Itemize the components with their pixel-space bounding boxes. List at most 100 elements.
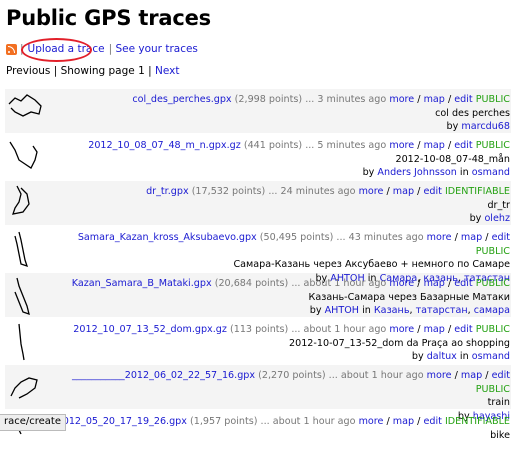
trace-edit-link[interactable]: edit xyxy=(492,370,510,381)
trace-more-link[interactable]: more xyxy=(427,232,452,243)
trace-meta: (2,270 points) ... about 1 hour ago xyxy=(258,370,424,381)
trace-thumbnail-icon[interactable] xyxy=(5,319,45,363)
trace-point-count: (2,270 points) xyxy=(258,370,326,381)
see-your-traces-link[interactable]: See your traces xyxy=(115,43,197,55)
next-page-link[interactable]: Next xyxy=(155,65,179,77)
trace-row: Samara_Kazan_kross_Aksubaevo.gpx (50,495… xyxy=(5,227,511,284)
trace-tag-link[interactable]: Казань xyxy=(374,305,410,316)
trace-visibility-badge: PUBLIC xyxy=(475,245,510,257)
trace-user-link[interactable]: olehz xyxy=(484,213,510,224)
trace-meta: (1,957 points) ... about 1 hour ago xyxy=(190,416,356,427)
trace-map-link[interactable]: map xyxy=(424,278,445,289)
trace-meta: (50,495 points) ... 43 minutes ago xyxy=(259,232,424,243)
trace-file-link[interactable]: 2012_10_08_07_48_m_n.gpx.gz xyxy=(88,140,241,151)
trace-timestamp: 3 minutes ago xyxy=(317,94,387,105)
trace-map-link[interactable]: map xyxy=(461,232,482,243)
trace-edit-link[interactable]: edit xyxy=(423,186,441,197)
trace-more-link[interactable]: more xyxy=(427,370,452,381)
trace-description: Самара-Казань через Аксубаево + немного … xyxy=(233,259,510,270)
trace-map-link[interactable]: map xyxy=(424,140,445,151)
link-slash: / xyxy=(485,370,489,381)
trace-timestamp: about 1 hour ago xyxy=(340,370,424,381)
trace-map-link[interactable]: map xyxy=(424,94,445,105)
trace-tag-link[interactable]: osmand xyxy=(472,167,510,178)
trace-user-link[interactable]: daltux xyxy=(427,351,457,362)
trace-tag-link[interactable]: osmand xyxy=(472,351,510,362)
trace-thumbnail-icon[interactable] xyxy=(5,135,45,179)
trace-thumbnail-icon[interactable] xyxy=(5,181,45,225)
trace-point-count: (50,495 points) xyxy=(259,232,334,243)
trace-description: 2012-10-07_13-52_dom da Praça ao shoppin… xyxy=(288,337,510,349)
trace-edit-link[interactable]: edit xyxy=(454,140,472,151)
trace-map-link[interactable]: map xyxy=(424,324,445,335)
trace-description: 2012-10-08_07-48_mån xyxy=(395,153,510,165)
trace-user-link[interactable]: АНТОН xyxy=(325,305,359,316)
link-slash: / xyxy=(386,186,390,197)
trace-more-link[interactable]: more xyxy=(389,140,414,151)
trace-edit-link[interactable]: edit xyxy=(454,324,472,335)
in-label: in xyxy=(459,351,469,362)
trace-description: train xyxy=(487,397,510,408)
link-slash: / xyxy=(417,94,421,105)
trace-timestamp: about 1 hour ago xyxy=(303,324,387,335)
trace-edit-link[interactable]: edit xyxy=(492,232,510,243)
trace-tag-link[interactable]: самара xyxy=(474,305,510,316)
link-slash: / xyxy=(417,416,421,427)
link-slash: / xyxy=(447,140,452,151)
trace-map-link[interactable]: map xyxy=(393,416,414,427)
trace-edit-link[interactable]: edit xyxy=(423,416,441,427)
trace-file-link[interactable]: 2012_05_20_17_19_26.gpx xyxy=(57,416,187,427)
trace-point-count: (1,957 points) xyxy=(190,416,258,427)
trace-more-link[interactable]: more xyxy=(389,278,414,289)
trace-file-link[interactable]: col_des_perches.gpx xyxy=(132,94,231,105)
trace-thumbnail-icon[interactable] xyxy=(5,273,45,317)
trace-point-count: (17,532 points) xyxy=(191,186,266,197)
trace-meta: (113 points) ... about 1 hour ago xyxy=(229,324,387,335)
rss-feed-icon[interactable] xyxy=(6,43,17,55)
trace-meta: (20,684 points) ... about 1 hour ago xyxy=(214,278,387,289)
trace-visibility-badge: IDENTIFIABLE xyxy=(444,186,510,197)
trace-row: dr_tr.gpx (17,532 points) ... 24 minutes… xyxy=(5,181,511,225)
trace-visibility-badge: PUBLIC xyxy=(475,140,510,151)
trace-point-count: (113 points) xyxy=(229,324,289,335)
link-slash: / xyxy=(485,232,489,243)
link-slash: / xyxy=(417,278,421,289)
trace-timestamp: about 1 hour ago xyxy=(303,278,387,289)
by-label: by xyxy=(309,305,322,316)
status-url-tooltip: race/create xyxy=(0,414,67,431)
trace-timestamp: about 1 hour ago xyxy=(272,416,356,427)
trace-description: Казань-Самара через Базарные Матаки xyxy=(308,291,510,303)
trace-thumbnail-icon[interactable] xyxy=(5,89,45,133)
link-slash: / xyxy=(454,232,458,243)
pager-separator: | xyxy=(148,65,152,77)
trace-meta: (17,532 points) ... 24 minutes ago xyxy=(191,186,356,197)
trace-visibility-badge: PUBLIC xyxy=(475,94,510,105)
trace-file-link[interactable]: Samara_Kazan_kross_Aksubaevo.gpx xyxy=(78,232,257,243)
in-label: in xyxy=(459,167,469,178)
trace-file-link[interactable]: 2012_10_07_13_52_dom.gpx.gz xyxy=(73,324,227,335)
link-slash: / xyxy=(447,278,452,289)
trace-map-link[interactable]: map xyxy=(393,186,414,197)
trace-file-link[interactable]: Kazan_Samara_B_Mataki.gpx xyxy=(72,278,212,289)
trace-timestamp: 5 minutes ago xyxy=(317,140,387,151)
trace-thumbnail-icon[interactable] xyxy=(5,227,45,271)
page-title: Public GPS traces xyxy=(6,6,211,30)
trace-user-link[interactable]: marcdu68 xyxy=(461,121,510,132)
trace-description: bike xyxy=(490,429,510,441)
trace-tag-link[interactable]: татарстан xyxy=(416,305,468,316)
trace-more-link[interactable]: more xyxy=(389,94,414,105)
trace-edit-link[interactable]: edit xyxy=(454,94,472,105)
trace-edit-link[interactable]: edit xyxy=(454,278,472,289)
trace-user-link[interactable]: Anders Johnsson xyxy=(377,167,456,178)
trace-more-link[interactable]: more xyxy=(359,416,384,427)
highlight-ellipse xyxy=(20,38,92,62)
trace-thumbnail-icon[interactable] xyxy=(5,365,45,409)
trace-file-link[interactable]: ___________2012_06_02_22_57_16.gpx xyxy=(72,370,255,381)
trace-more-link[interactable]: more xyxy=(389,324,414,335)
trace-row: 2012_10_08_07_48_m_n.gpx.gz (441 points)… xyxy=(5,135,511,179)
trace-more-link[interactable]: more xyxy=(359,186,384,197)
trace-file-link[interactable]: dr_tr.gpx xyxy=(146,186,189,197)
link-slash: / xyxy=(447,94,452,105)
link-slash: / xyxy=(417,186,421,197)
trace-map-link[interactable]: map xyxy=(461,370,482,381)
